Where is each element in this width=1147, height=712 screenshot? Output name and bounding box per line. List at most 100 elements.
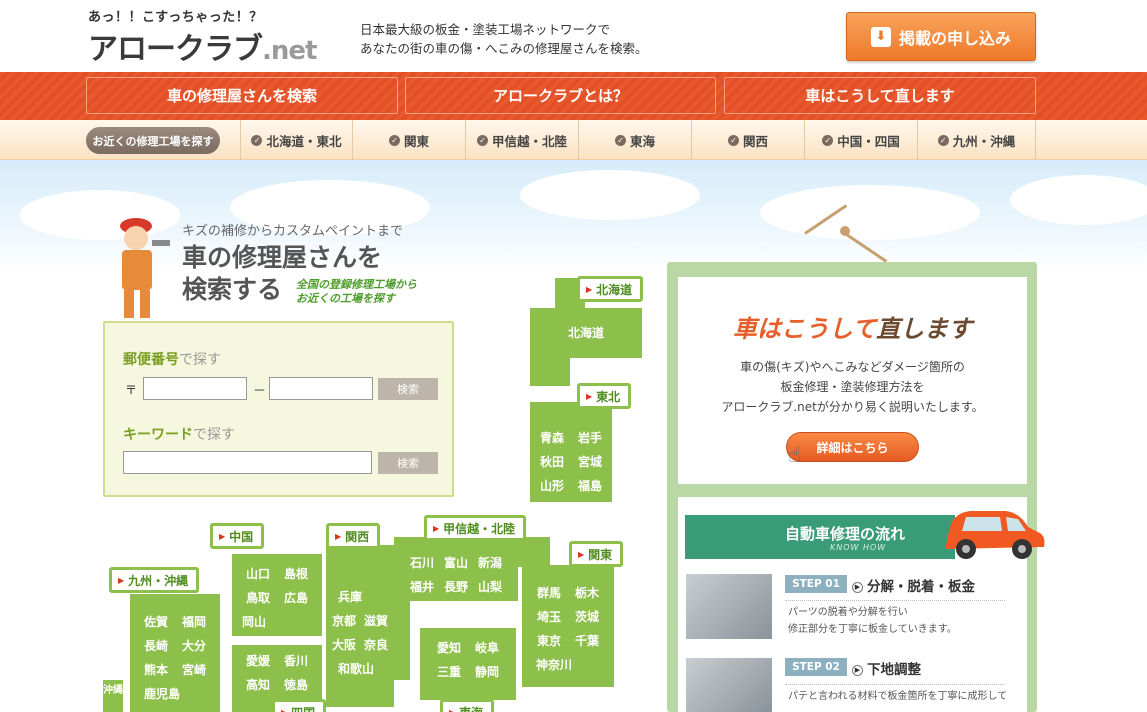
pref-kagoshima[interactable]: 鹿児島 xyxy=(144,682,180,706)
map-area-hokkaido[interactable]: 北海道 xyxy=(530,308,642,358)
region-tab-kanto[interactable]: ✓ 関東 xyxy=(352,120,465,160)
pref-tottori[interactable]: 鳥取 xyxy=(246,586,270,610)
pref-kyoto[interactable]: 京都 xyxy=(332,609,356,633)
map-label-chugoku[interactable]: ▶ 中国 xyxy=(210,523,265,549)
keyword-search-button[interactable]: 検索 xyxy=(378,452,438,474)
map-shape-niigata xyxy=(518,537,550,567)
pref-row: 青森 岩手 xyxy=(530,426,612,450)
postal-code-second-input[interactable] xyxy=(269,377,373,400)
desc-line: パテと言われる材料で板金箇所を丁寧に成形して xyxy=(788,691,1008,702)
map-label-tohoku[interactable]: ▶ 東北 xyxy=(577,383,632,409)
map-area-kansai[interactable]: 兵庫 京都 滋賀 大阪 奈良 和歌山 xyxy=(326,545,394,707)
pref-kanagawa[interactable]: 神奈川 xyxy=(536,653,572,677)
pref-shiga[interactable]: 滋賀 xyxy=(364,609,388,633)
postal-mark: 〒 xyxy=(125,383,138,397)
pref-aomori[interactable]: 青森 xyxy=(540,426,564,450)
step-1-title[interactable]: ▶ 分解・脱着・板金 xyxy=(852,575,975,595)
details-button[interactable]: 詳細はこちら xyxy=(786,432,919,462)
map-area-chugoku[interactable]: 山口 島根 鳥取 広島 岡山 xyxy=(232,554,322,636)
pref-okayama[interactable]: 岡山 xyxy=(242,610,266,634)
pref-mie[interactable]: 三重 xyxy=(437,660,461,684)
pref-aichi[interactable]: 愛知 xyxy=(437,636,461,660)
pref-gifu[interactable]: 岐阜 xyxy=(475,636,499,660)
postal-search-button[interactable]: 検索 xyxy=(378,378,438,400)
apply-listing-button[interactable]: ⬇ 掲載の申し込み xyxy=(846,12,1036,61)
pref-miyazaki[interactable]: 宮崎 xyxy=(182,658,206,682)
map-label-tokai[interactable]: ▶東海 xyxy=(440,699,495,712)
map-area-tokai[interactable]: 愛知 岐阜 三重 静岡 xyxy=(420,628,516,700)
pref-chiba[interactable]: 千葉 xyxy=(575,629,599,653)
region-tab-label: 東海 xyxy=(629,133,655,149)
pref-nara[interactable]: 奈良 xyxy=(364,633,388,657)
pref-gunma[interactable]: 群馬 xyxy=(537,581,561,605)
pref-hiroshima[interactable]: 広島 xyxy=(284,586,308,610)
keyword-label-main: キーワード xyxy=(123,427,193,443)
map-label-hokkaido[interactable]: ▶ 北海道 xyxy=(577,276,644,302)
nav-about[interactable]: アロークラブとは？ xyxy=(405,77,716,114)
map-area-tohoku[interactable]: 青森 岩手 秋田 宮城 山形 福島 xyxy=(530,402,612,502)
pref-yamanashi[interactable]: 山梨 xyxy=(478,575,502,599)
pref-saga[interactable]: 佐賀 xyxy=(144,610,168,634)
pref-osaka[interactable]: 大阪 xyxy=(332,633,356,657)
pref-yamagata[interactable]: 山形 xyxy=(540,474,564,498)
pref-niigata[interactable]: 新潟 xyxy=(478,551,502,575)
region-tab-kansai[interactable]: ✓ 関西 xyxy=(691,120,804,160)
region-tab-chugoku-shikoku[interactable]: ✓ 中国・四国 xyxy=(804,120,917,160)
keyword-search-input[interactable] xyxy=(123,451,372,474)
step-2-badge: STEP 02 xyxy=(785,658,847,676)
map-label-koshinetsu[interactable]: ▶ 甲信越・北陸 xyxy=(424,515,527,541)
pref-akita[interactable]: 秋田 xyxy=(540,450,564,474)
pref-tokushima[interactable]: 徳島 xyxy=(284,673,308,697)
pref-oita[interactable]: 大分 xyxy=(182,634,206,658)
check-icon: ✓ xyxy=(822,134,834,146)
pref-shizuoka[interactable]: 静岡 xyxy=(475,660,499,684)
region-tab-hokkaido-tohoku[interactable]: ✓ 北海道・東北 xyxy=(240,120,352,160)
pref-saitama[interactable]: 埼玉 xyxy=(537,605,561,629)
pref-row: 愛媛 香川 xyxy=(232,649,322,673)
pref-iwate[interactable]: 岩手 xyxy=(578,426,602,450)
pref-miyagi[interactable]: 宮城 xyxy=(578,450,602,474)
step-2-title[interactable]: ▶ 下地調整 xyxy=(852,658,921,678)
repair-method-description: 車の傷(キズ)やへこみなどダメージ箇所の 板金修理・塗装修理方法を アロークラブ… xyxy=(678,357,1027,417)
map-area-okinawa[interactable]: 沖縄 xyxy=(103,680,123,712)
map-label-shikoku[interactable]: ▶四国 xyxy=(272,699,327,712)
nearby-shops-button[interactable]: お近くの修理工場を探す xyxy=(86,127,220,154)
map-label-kanto[interactable]: ▶ 関東 xyxy=(569,541,624,567)
pref-shimane[interactable]: 島根 xyxy=(284,562,308,586)
nav-search-shop[interactable]: 車の修理屋さんを検索 xyxy=(86,77,398,114)
region-tab-label: 中国・四国 xyxy=(837,133,900,149)
pref-ibaraki[interactable]: 茨城 xyxy=(575,605,599,629)
pref-ehime[interactable]: 愛媛 xyxy=(246,649,270,673)
map-label-kansai[interactable]: ▶ 関西 xyxy=(326,523,381,549)
map-area-kanto[interactable]: 群馬 栃木 埼玉 茨城 東京 千葉 神奈川 xyxy=(522,565,614,687)
pref-kagawa[interactable]: 香川 xyxy=(284,649,308,673)
pref-toyama[interactable]: 富山 xyxy=(444,551,468,575)
arrow-right-icon: ▶ xyxy=(219,531,226,541)
map-label-text: 東北 xyxy=(596,389,621,404)
desc-line: アロークラブ.netが分かり易く説明いたします。 xyxy=(721,400,984,414)
logo-net: .net xyxy=(262,36,317,66)
pref-ishikawa[interactable]: 石川 xyxy=(410,551,434,575)
pref-kochi[interactable]: 高知 xyxy=(246,673,270,697)
pref-hyogo[interactable]: 兵庫 xyxy=(338,585,362,609)
pref-fukuoka[interactable]: 福岡 xyxy=(182,610,206,634)
site-logo[interactable]: アロークラブ.net xyxy=(88,24,317,68)
map-area-kyushu[interactable]: 佐賀 福岡 長崎 大分 熊本 宮崎 鹿児島 xyxy=(130,594,220,712)
pref-kumamoto[interactable]: 熊本 xyxy=(144,658,168,682)
pref-tochigi[interactable]: 栃木 xyxy=(575,581,599,605)
map-area-koshinetsu[interactable]: 石川 富山 新潟 福井 長野 山梨 xyxy=(394,537,518,601)
postal-code-first-input[interactable] xyxy=(143,377,247,400)
nav-how-to-repair[interactable]: 車はこうして直します xyxy=(724,77,1036,114)
region-tab-tokai[interactable]: ✓ 東海 xyxy=(578,120,691,160)
pref-fukushima[interactable]: 福島 xyxy=(578,474,602,498)
pref-nagasaki[interactable]: 長崎 xyxy=(144,634,168,658)
pref-fukui[interactable]: 福井 xyxy=(410,575,434,599)
pref-nagano[interactable]: 長野 xyxy=(444,575,468,599)
pref-wakayama[interactable]: 和歌山 xyxy=(338,657,374,681)
map-label-kyushu[interactable]: ▶ 九州・沖縄 xyxy=(109,567,200,593)
search-box: 郵便番号で探す 〒 － 検索 キーワードで探す 検索 xyxy=(103,321,454,497)
region-tab-koshinetsu[interactable]: ✓ 甲信越・北陸 xyxy=(465,120,578,160)
region-tab-kyushu-okinawa[interactable]: ✓ 九州・沖縄 xyxy=(917,120,1036,160)
pref-yamaguchi[interactable]: 山口 xyxy=(246,562,270,586)
pref-tokyo[interactable]: 東京 xyxy=(537,629,561,653)
